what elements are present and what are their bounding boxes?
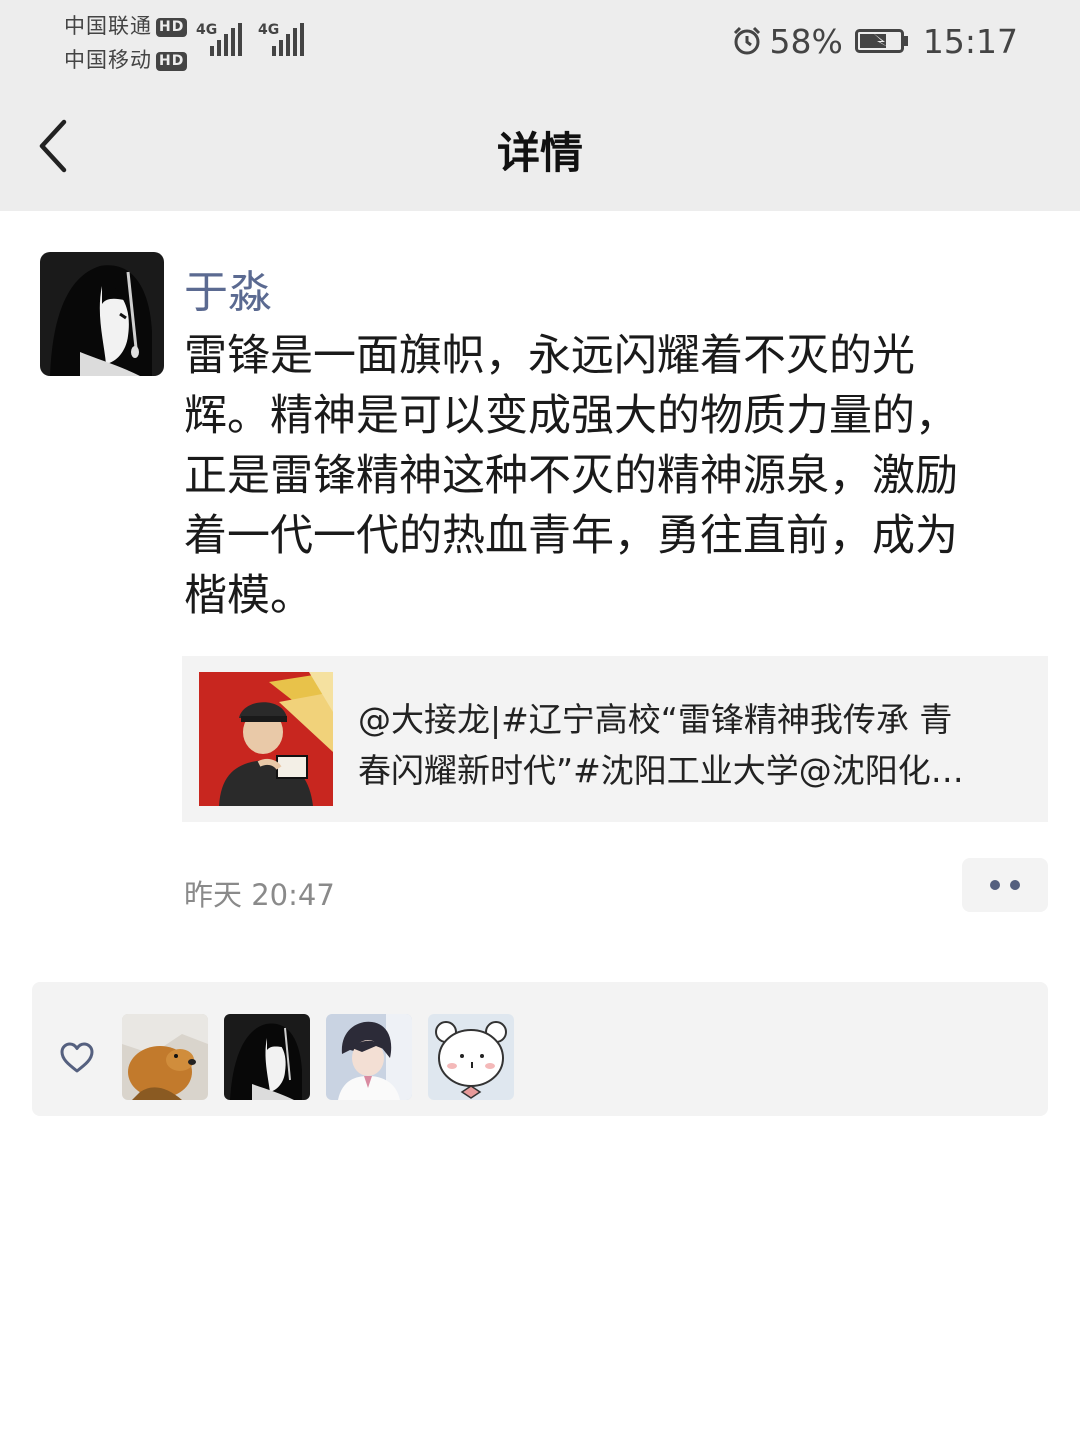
- network-type-2: 4G: [258, 22, 280, 38]
- carrier-1: 中国联通 HD: [64, 10, 188, 40]
- post-text-line: 雷锋是一面旗帜，永远闪耀着不灭的光: [184, 331, 915, 381]
- post-timestamp: 昨天 20:47: [184, 878, 335, 912]
- link-title-line: @大接龙|#辽宁高校“雷锋精神我传承 青: [358, 700, 953, 739]
- post-text-line: 辉。精神是可以变成强大的物质力量的，: [184, 391, 958, 441]
- hd-badge: HD: [156, 18, 188, 37]
- top-bar: 中国联通 HD 中国移动 HD 4G 4G 58% 15:17 详情: [0, 0, 1080, 211]
- status-right: 58% 15:17: [732, 18, 1018, 64]
- shared-link-card[interactable]: @大接龙|#辽宁高校“雷锋精神我传承 青 春闪耀新时代”#沈阳工业大学@沈阳化…: [182, 656, 1048, 822]
- carrier-1-label: 中国联通: [64, 14, 152, 38]
- clock: 15:17: [922, 21, 1018, 61]
- signal-indicators: 4G 4G: [196, 22, 316, 56]
- link-thumbnail: [199, 672, 333, 806]
- post-text-line: 楷模。: [184, 571, 313, 621]
- author-avatar[interactable]: [40, 252, 164, 376]
- alarm-icon: [733, 26, 760, 55]
- dog-avatar[interactable]: [122, 1014, 208, 1100]
- likes-panel: [32, 982, 1048, 1116]
- battery-percent: 58%: [769, 21, 843, 61]
- hd-badge: HD: [156, 52, 188, 71]
- post-text-line: 正是雷锋精神这种不灭的精神源泉，激励: [184, 451, 958, 501]
- anime-boy-avatar[interactable]: [326, 1014, 412, 1100]
- carrier-2-label: 中国移动: [64, 48, 152, 72]
- author-name[interactable]: 于淼: [184, 256, 272, 320]
- anime-girl-avatar[interactable]: [224, 1014, 310, 1100]
- page-title: 详情: [497, 129, 583, 179]
- battery-charging-icon: [854, 29, 908, 53]
- cartoon-bear-avatar[interactable]: [428, 1014, 514, 1100]
- post-text-line: 着一代一代的热血青年，勇往直前，成为: [184, 511, 958, 561]
- dot-icon: [1010, 880, 1020, 890]
- more-actions-button[interactable]: [962, 858, 1048, 912]
- carrier-2: 中国移动 HD: [64, 44, 188, 74]
- signal-icon-1: 4G: [196, 22, 251, 56]
- dot-icon: [990, 880, 1000, 890]
- heart-icon: [60, 1042, 94, 1073]
- post-text: 雷锋是一面旗帜，永远闪耀着不灭的光 辉。精神是可以变成强大的物质力量的， 正是雷…: [184, 326, 1024, 626]
- link-title: @大接龙|#辽宁高校“雷锋精神我传承 青 春闪耀新时代”#沈阳工业大学@沈阳化…: [358, 694, 1030, 796]
- signal-icon-2: 4G: [258, 22, 313, 56]
- network-type-1: 4G: [196, 22, 218, 38]
- link-title-line: 春闪耀新时代”#沈阳工业大学@沈阳化…: [358, 751, 964, 790]
